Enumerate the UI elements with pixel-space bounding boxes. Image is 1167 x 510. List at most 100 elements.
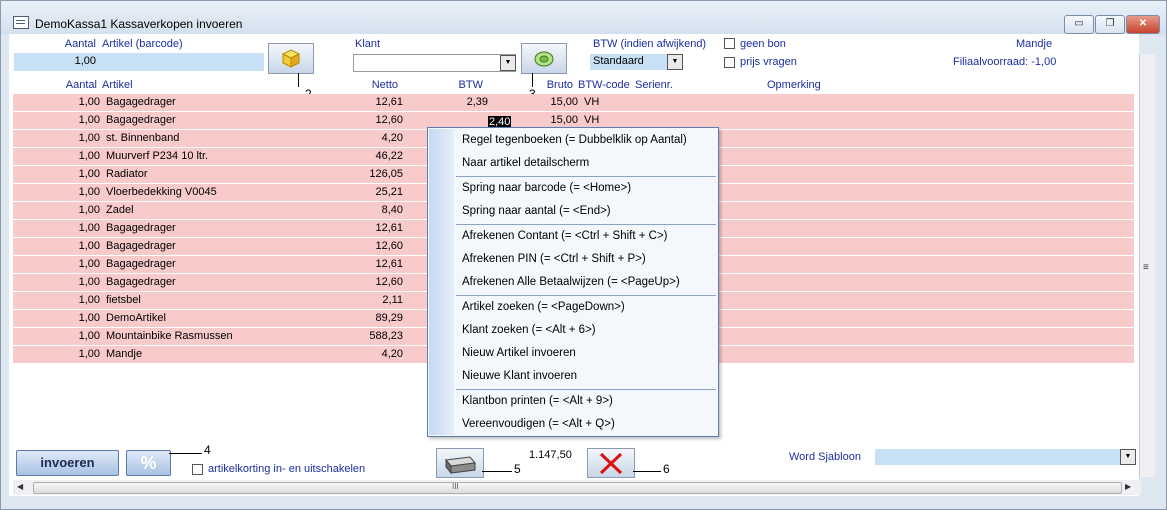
scroll-right-icon[interactable]: ▶	[1125, 482, 1131, 491]
klant-combobox[interactable]: ▼	[353, 54, 516, 72]
scroll-thumb[interactable]: III	[33, 482, 1122, 494]
cell-artikel[interactable]: Muurverf P234 10 ltr.	[106, 150, 208, 162]
vertical-scrollbar[interactable]: ≡	[1139, 54, 1155, 477]
cell-aantal[interactable]: 1,00	[13, 186, 100, 198]
col-netto: Netto	[371, 79, 398, 91]
menu-item-afrekenen-pin[interactable]: Afrekenen PIN (= <Ctrl + Shift + P>)	[462, 253, 646, 265]
chevron-down-icon[interactable]: ▼	[667, 54, 683, 70]
cell-aantal[interactable]: 1,00	[13, 348, 100, 360]
col-serienr: Serienr.	[635, 79, 673, 91]
cell-netto[interactable]: 12,60	[313, 240, 403, 252]
cell-artikel[interactable]: st. Binnenband	[106, 132, 179, 144]
close-button[interactable]: ✕	[1126, 15, 1160, 34]
cell-aantal[interactable]: 1,00	[13, 222, 100, 234]
horizontal-scrollbar[interactable]: ◀ III ▶	[13, 480, 1141, 495]
menu-item-artikel-detailscherm[interactable]: Naar artikel detailscherm	[462, 157, 589, 169]
cell-netto[interactable]: 4,20	[313, 132, 403, 144]
menu-item-spring-barcode[interactable]: Spring naar barcode (= <Home>)	[462, 182, 631, 194]
callout-4: 4	[204, 443, 211, 457]
cell-btw-code[interactable]: VH	[584, 96, 599, 108]
menu-item-klantbon-printen[interactable]: Klantbon printen (= <Alt + 9>)	[462, 395, 613, 407]
table-row[interactable]: 1,00 Bagagedrager 12,61 2,39 15,00 VH	[13, 94, 1134, 111]
menu-item-regel-tegenboeken[interactable]: Regel tegenboeken (= Dubbelklik op Aanta…	[462, 134, 687, 146]
cell-aantal[interactable]: 1,00	[13, 312, 100, 324]
cell-artikel[interactable]: Mandje	[106, 348, 142, 360]
cell-aantal[interactable]: 1,00	[13, 204, 100, 216]
cell-aantal[interactable]: 1,00	[13, 150, 100, 162]
cell-btw-code[interactable]: VH	[584, 114, 599, 126]
menu-item-afrekenen-alle[interactable]: Afrekenen Alle Betaalwijzen (= <PageUp>)	[462, 276, 680, 288]
minimize-button[interactable]: ▭	[1064, 15, 1094, 34]
word-sjabloon-select[interactable]	[875, 449, 1122, 465]
cell-netto[interactable]: 46,22	[313, 150, 403, 162]
menu-item-artikel-zoeken[interactable]: Artikel zoeken (= <PageDown>)	[462, 301, 625, 313]
cell-aantal[interactable]: 1,00	[13, 330, 100, 342]
scroll-grip-icon[interactable]: ≡	[1143, 262, 1149, 273]
percent-button[interactable]: %	[126, 450, 171, 476]
printer-icon	[445, 456, 476, 475]
cell-btw[interactable]: 2,39	[403, 96, 488, 108]
cell-netto[interactable]: 2,11	[313, 294, 403, 306]
cell-aantal[interactable]: 1,00	[13, 132, 100, 144]
cell-netto[interactable]: 12,60	[313, 276, 403, 288]
red-x-icon	[599, 452, 623, 475]
klant-zoeken-button[interactable]	[521, 43, 567, 74]
cell-bruto[interactable]: 15,00	[488, 114, 578, 126]
menu-item-klant-zoeken[interactable]: Klant zoeken (= <Alt + 6>)	[462, 324, 596, 336]
cell-artikel[interactable]: Bagagedrager	[106, 240, 176, 252]
cell-artikel[interactable]: DemoArtikel	[106, 312, 166, 324]
cell-aantal[interactable]: 1,00	[13, 294, 100, 306]
cell-artikel[interactable]: Mountainbike Rasmussen	[106, 330, 233, 342]
invoeren-button[interactable]: invoeren	[16, 450, 119, 476]
cell-artikel[interactable]: Bagagedrager	[106, 96, 176, 108]
cell-artikel[interactable]: Bagagedrager	[106, 222, 176, 234]
artikel-zoeken-button[interactable]	[268, 43, 314, 74]
artikelkorting-checkbox[interactable]	[192, 464, 203, 475]
menu-item-afrekenen-contant[interactable]: Afrekenen Contant (= <Ctrl + Shift + C>)	[462, 230, 668, 242]
maximize-button[interactable]: ❐	[1095, 15, 1125, 34]
cell-artikel[interactable]: Zadel	[106, 204, 134, 216]
cell-aantal[interactable]: 1,00	[13, 168, 100, 180]
cell-netto[interactable]: 12,61	[313, 258, 403, 270]
cell-netto[interactable]: 12,60	[313, 114, 403, 126]
cell-aantal[interactable]: 1,00	[13, 240, 100, 252]
prijs-vragen-checkbox[interactable]	[724, 57, 735, 68]
cell-artikel[interactable]: Bagagedrager	[106, 114, 176, 126]
geen-bon-checkbox[interactable]	[724, 38, 735, 49]
cell-artikel[interactable]: Radiator	[106, 168, 148, 180]
cell-netto[interactable]: 89,29	[313, 312, 403, 324]
cell-netto[interactable]: 12,61	[313, 96, 403, 108]
menu-separator	[456, 389, 716, 390]
cell-aantal[interactable]: 1,00	[13, 96, 100, 108]
annuleren-button[interactable]	[587, 448, 635, 478]
cell-netto[interactable]: 4,20	[313, 348, 403, 360]
cell-artikel[interactable]: Bagagedrager	[106, 276, 176, 288]
menu-item-nieuw-artikel[interactable]: Nieuw Artikel invoeren	[462, 347, 576, 359]
bon-printen-button[interactable]	[436, 448, 484, 478]
menu-item-nieuwe-klant[interactable]: Nieuwe Klant invoeren	[462, 370, 577, 382]
cell-netto[interactable]: 126,05	[313, 168, 403, 180]
aantal-barcode-field[interactable]: 1,00	[14, 53, 264, 71]
title-bar[interactable]: DemoKassa1 Kassaverkopen invoeren ▭ ❐ ✕	[1, 1, 1166, 35]
cell-artikel[interactable]: fietsbel	[106, 294, 141, 306]
callout-5: 5	[514, 462, 521, 476]
cell-netto[interactable]: 588,23	[313, 330, 403, 342]
menu-item-spring-aantal[interactable]: Spring naar aantal (= <End>)	[462, 205, 611, 217]
cell-bruto[interactable]: 15,00	[488, 96, 578, 108]
cell-netto[interactable]: 25,21	[313, 186, 403, 198]
cell-aantal[interactable]: 1,00	[13, 114, 100, 126]
cell-artikel[interactable]: Vloerbedekking V0045	[106, 186, 217, 198]
scroll-left-icon[interactable]: ◀	[17, 482, 23, 491]
chevron-down-icon[interactable]: ▼	[1120, 449, 1136, 465]
chevron-down-icon[interactable]: ▼	[500, 55, 516, 71]
btw-select[interactable]: Standaard	[590, 54, 668, 70]
menu-separator	[456, 295, 716, 296]
col-opmerking: Opmerking	[767, 79, 821, 91]
menu-item-vereenvoudigen[interactable]: Vereenvoudigen (= <Alt + Q>)	[462, 418, 615, 430]
cell-artikel[interactable]: Bagagedrager	[106, 258, 176, 270]
cell-netto[interactable]: 8,40	[313, 204, 403, 216]
cell-netto[interactable]: 12,61	[313, 222, 403, 234]
cell-aantal[interactable]: 1,00	[13, 276, 100, 288]
artikel-barcode-label: Artikel (barcode)	[102, 38, 183, 50]
cell-aantal[interactable]: 1,00	[13, 258, 100, 270]
